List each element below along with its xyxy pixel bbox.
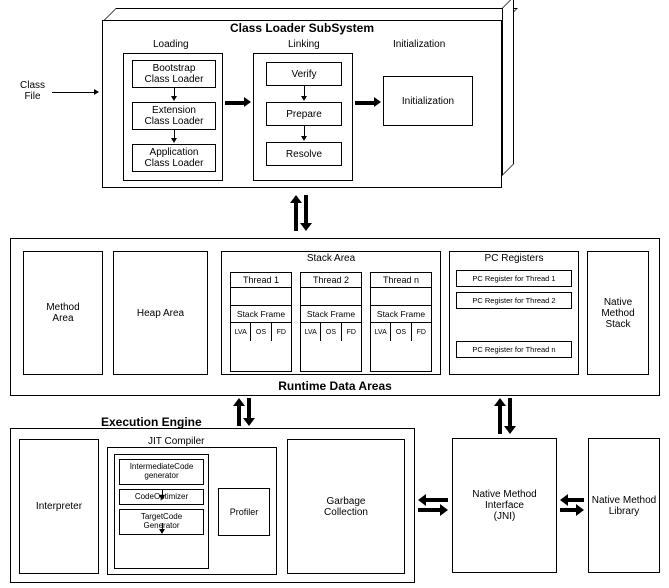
interpreter: Interpreter [19, 439, 99, 574]
pc-registers: PC Registers PC Register for Thread 1 PC… [449, 251, 579, 375]
arrow-jni-nml [560, 498, 584, 512]
arrow-runtime-ee1 [237, 398, 251, 426]
linking-label: Linking [288, 39, 320, 50]
resolve-box: Resolve [266, 142, 342, 166]
loading-label: Loading [153, 39, 189, 50]
stack-frame-cols: LVAOSFD [371, 323, 431, 341]
jit-compiler: JIT Compiler IntermediateCode generator … [107, 447, 277, 575]
execution-engine: Execution Engine Interpreter JIT Compile… [10, 428, 415, 583]
pc-reg-2: PC Register for Thread 2 [456, 292, 572, 309]
init-label: Initialization [393, 39, 445, 50]
thread-2: Thread 2 Stack Frame LVAOSFD [300, 272, 362, 372]
stack-frame-cols: LVAOSFD [301, 323, 361, 341]
arrow-loading-linking [225, 101, 245, 105]
jit-title: JIT Compiler [148, 436, 205, 447]
arrow-d4 [304, 126, 305, 136]
pc-reg-1: PC Register for Thread 1 [456, 270, 572, 287]
cls-title: Class Loader SubSystem [103, 21, 501, 35]
native-method-stack: Native Method Stack [587, 251, 649, 375]
arrow-j2 [162, 523, 163, 529]
arrow-d3 [304, 86, 305, 96]
linking-box: Verify Prepare Resolve [253, 53, 353, 181]
bootstrap-loader: Bootstrap Class Loader [132, 60, 216, 88]
arrow-linking-init [355, 101, 375, 105]
thread-n-title: Thread n [371, 273, 431, 288]
prepare-box: Prepare [266, 102, 342, 126]
arrow-j1 [162, 489, 163, 495]
intermediate-code-gen: IntermediateCode generator [119, 459, 204, 485]
arrow-ee-jni [418, 498, 448, 512]
extension-loader: Extension Class Loader [132, 102, 216, 130]
initialization-box: Initialization [383, 76, 473, 126]
thread-2-title: Thread 2 [301, 273, 361, 288]
garbage-collection: Garbage Collection [287, 439, 405, 574]
pc-reg-n: PC Register for Thread n [456, 341, 572, 358]
ee-title: Execution Engine [101, 415, 202, 429]
verify-box: Verify [266, 62, 342, 86]
class-file-label: Class File [20, 80, 45, 102]
thread-1-title: Thread 1 [231, 273, 291, 288]
runtime-title: Runtime Data Areas [11, 379, 659, 393]
native-method-library: Native Method Library [588, 438, 660, 573]
application-loader: Application Class Loader [132, 144, 216, 172]
arrow-d2 [174, 130, 175, 138]
runtime-data-areas: Runtime Data Areas Method Area Heap Area… [10, 238, 660, 396]
arrow-runtime-ee2 [498, 398, 512, 434]
class-loader-subsystem: Class Loader SubSystem Loading Linking I… [102, 8, 502, 188]
jit-pipeline: IntermediateCode generator CodeOptimizer… [114, 454, 209, 569]
stack-frame-label: Stack Frame [231, 306, 291, 323]
loading-box: Bootstrap Class Loader Extension Class L… [123, 53, 223, 181]
stack-frame-cols: LVAOSFD [231, 323, 291, 341]
heap-area: Heap Area [113, 251, 208, 375]
pc-title: PC Registers [450, 252, 578, 265]
arrow-cls-runtime [294, 195, 308, 231]
stack-frame-label: Stack Frame [371, 306, 431, 323]
jni: Native Method Interface (JNI) [452, 438, 557, 573]
arrow-classfile [52, 92, 94, 93]
thread-1: Thread 1 Stack Frame LVAOSFD [230, 272, 292, 372]
stack-area: Stack Area Thread 1 Stack Frame LVAOSFD … [221, 251, 441, 375]
stack-title: Stack Area [222, 252, 440, 265]
stack-frame-label: Stack Frame [301, 306, 361, 323]
arrow-d1 [174, 88, 175, 96]
profiler: Profiler [218, 488, 270, 536]
thread-n: Thread n Stack Frame LVAOSFD [370, 272, 432, 372]
method-area: Method Area [23, 251, 103, 375]
